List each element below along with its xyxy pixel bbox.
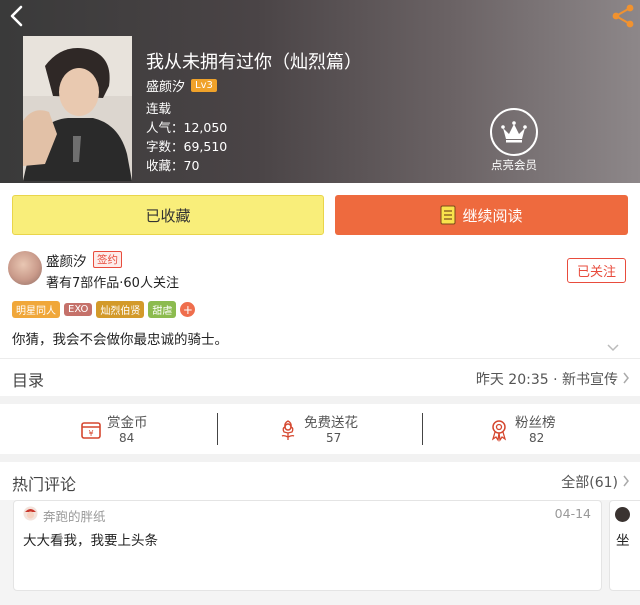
word-count-stat: 字数：69,510 [146, 139, 228, 154]
tag-list: 明星同人 EXO 灿烈伯贤 甜虐 + [12, 301, 196, 318]
collected-button[interactable]: 已收藏 [12, 195, 324, 235]
tag-chip[interactable]: 灿烈伯贤 [96, 301, 145, 318]
book-header: 我从未拥有过你（灿烈篇） 盛颜汐 Lv3 连载 人气：12,050 字数：69,… [0, 0, 640, 183]
user-avatar [615, 507, 630, 522]
hot-comments-title: 热门评论 [12, 475, 77, 494]
book-icon [440, 205, 456, 225]
author-level-badge: Lv3 [191, 78, 217, 92]
back-arrow-icon[interactable] [6, 4, 28, 28]
chevron-right-icon [623, 372, 629, 384]
all-comments-link[interactable]: 全部(61) [561, 472, 618, 492]
book-status: 连载 [146, 101, 172, 116]
signed-badge: 签约 [93, 251, 122, 268]
comment-text: 大大看我，我要上头条 [23, 533, 158, 549]
comment-carousel[interactable]: 奔跑的胖纸 04-14 大大看我，我要上头条 坐 [0, 500, 640, 605]
vip-label: 点亮会员 [491, 158, 537, 172]
medal-icon [491, 420, 507, 442]
reward-label: 赏金币 [107, 415, 148, 431]
author-works-stats: 著有7部作品·60人关注 [46, 276, 179, 291]
flowers-label: 免费送花 [304, 415, 358, 431]
crown-icon [490, 108, 538, 156]
add-tag-button[interactable]: + [180, 302, 196, 317]
popularity-stat: 人气：12,050 [146, 120, 228, 135]
book-title: 我从未拥有过你（灿烈篇） [146, 52, 362, 73]
favorites-stat: 收藏：70 [146, 158, 200, 173]
svg-text:¥: ¥ [88, 429, 93, 438]
table-of-contents-row[interactable]: 目录 昨天 20:35 · 新书宣传 [0, 358, 640, 396]
gold-coin-icon: ¥ [81, 422, 101, 439]
fans-label: 粉丝榜 [515, 415, 556, 431]
comment-card[interactable]: 奔跑的胖纸 04-14 大大看我，我要上头条 [13, 500, 602, 591]
comment-text: 坐 [616, 533, 630, 549]
vip-button[interactable]: 点亮会员 [484, 108, 544, 173]
author-card: 盛颜汐 签约 著有7部作品·60人关注 已关注 明星同人 EXO 灿烈伯贤 甜虐 + 你… [0, 243, 640, 358]
hot-comments-header: 热门评论 全部(61) [0, 462, 640, 500]
comment-card[interactable]: 坐 [609, 500, 640, 591]
divider [217, 413, 218, 445]
follow-button[interactable]: 已关注 [567, 258, 626, 283]
continue-reading-button[interactable]: 继续阅读 [335, 195, 628, 235]
action-bar: 已收藏 继续阅读 [0, 183, 640, 243]
user-avatar-icon [23, 506, 38, 521]
author-row: 盛颜汐 Lv3 [146, 76, 217, 95]
interaction-stats: ¥ 赏金币 84 免费送花 57 粉丝榜 82 [0, 404, 640, 454]
share-icon[interactable] [610, 4, 636, 28]
flower-icon [281, 420, 295, 440]
comment-date: 04-14 [554, 506, 591, 521]
tag-chip[interactable]: 明星同人 [12, 301, 60, 318]
fans-count: 82 [529, 431, 545, 445]
comment-username[interactable]: 奔跑的胖纸 [43, 506, 106, 525]
author-name[interactable]: 盛颜汐 [146, 76, 185, 95]
book-cover-image[interactable] [23, 36, 132, 181]
author-card-name[interactable]: 盛颜汐 [46, 250, 87, 270]
latest-chapter: 昨天 20:35 · 新书宣传 [475, 372, 618, 388]
expand-chevron-icon[interactable] [606, 343, 620, 353]
divider [422, 413, 423, 445]
toc-label: 目录 [12, 371, 45, 390]
author-avatar[interactable] [8, 251, 42, 285]
chevron-right-icon[interactable] [622, 475, 630, 487]
tag-chip[interactable]: 甜虐 [148, 301, 177, 318]
continue-reading-label: 继续阅读 [462, 206, 523, 225]
reward-count: 84 [119, 431, 135, 445]
book-intro: 你猜，我会不会做你最忠诚的骑士。 [12, 332, 228, 348]
flowers-count: 57 [326, 431, 342, 445]
tag-chip[interactable]: EXO [64, 303, 93, 316]
